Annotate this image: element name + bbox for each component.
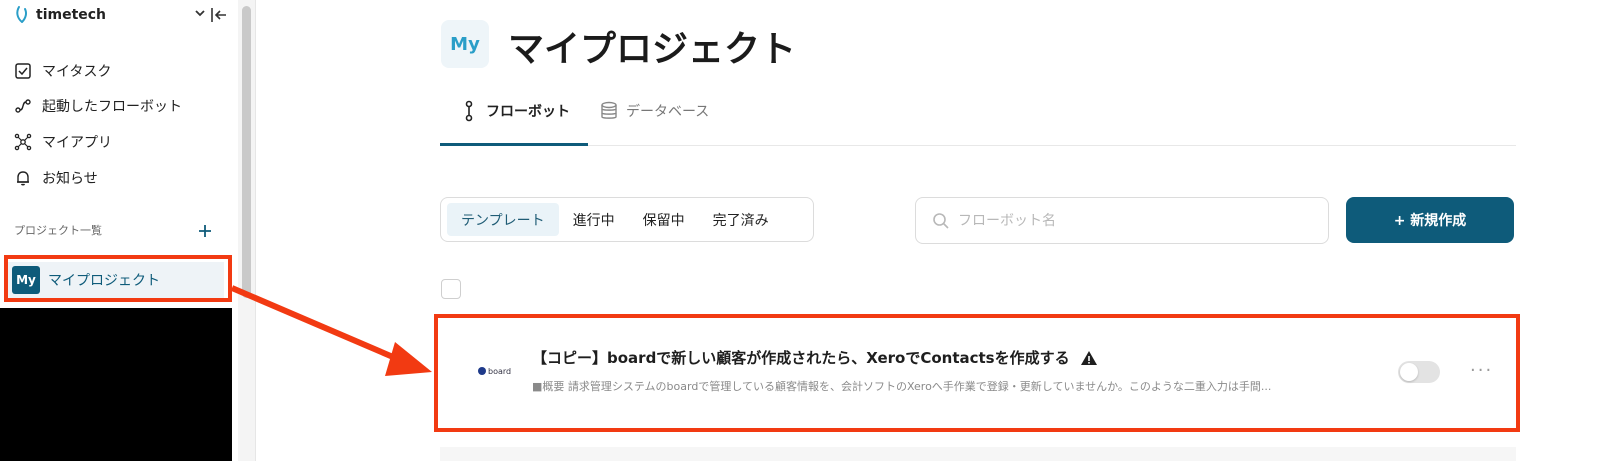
new-flowbot-button[interactable]: + 新規作成 — [1346, 197, 1514, 243]
sidebar-empty-area — [0, 308, 232, 461]
filter-completed[interactable]: 完了済み — [699, 203, 783, 236]
tab-flowbot[interactable]: フローボット — [460, 100, 570, 122]
add-project-icon[interactable] — [196, 222, 214, 240]
select-all-checkbox[interactable] — [441, 279, 461, 299]
search-box[interactable] — [915, 197, 1329, 244]
sidebar-scrollbar-thumb[interactable] — [242, 6, 251, 298]
sidebar-item-label: マイタスク — [42, 64, 112, 80]
filter-in-progress[interactable]: 進行中 — [559, 203, 629, 236]
search-input[interactable] — [956, 211, 1316, 230]
database-icon — [601, 101, 617, 119]
sidebar-item-label: マイアプリ — [42, 135, 112, 151]
highlight-box-sidebar — [4, 255, 232, 302]
page-avatar: My — [441, 20, 489, 68]
sidebar-item-label: 起動したフローボット — [42, 99, 182, 115]
next-card-edge — [440, 447, 1516, 461]
sidebar-item-my-apps[interactable]: マイアプリ — [14, 130, 112, 154]
flowbot-icon — [465, 100, 473, 122]
sidebar-item-label: お知らせ — [42, 171, 98, 187]
highlight-box-card — [434, 314, 1520, 432]
tab-active-indicator — [440, 143, 588, 146]
sidebar-item-my-tasks[interactable]: マイタスク — [14, 59, 111, 83]
brand-name: timetech — [36, 7, 107, 23]
brand[interactable]: timetech — [14, 4, 106, 26]
status-filter-group: テンプレート 進行中 保留中 完了済み — [440, 197, 814, 242]
sidebar: timetech マイタスク 起動したフローボット マイアプリ お知らせ プロジ… — [0, 0, 238, 461]
tab-label: データベース — [626, 104, 710, 120]
collapse-sidebar-icon[interactable] — [210, 6, 228, 24]
filter-template[interactable]: テンプレート — [447, 203, 559, 236]
bell-icon — [17, 171, 29, 186]
checkbox-icon — [15, 63, 31, 79]
chevron-down-icon[interactable] — [193, 6, 207, 20]
filter-on-hold[interactable]: 保留中 — [629, 203, 699, 236]
tab-divider — [440, 145, 1516, 146]
project-list-label: プロジェクト一覧 — [14, 224, 102, 237]
tab-database[interactable]: データベース — [600, 100, 709, 122]
tab-label: フローボット — [486, 104, 570, 120]
search-icon — [933, 212, 949, 229]
sidebar-item-launched-flowbots[interactable]: 起動したフローボット — [14, 94, 182, 118]
apps-icon — [14, 133, 32, 151]
timetech-logo-icon — [16, 6, 27, 23]
page-title: マイプロジェクト — [508, 29, 797, 70]
flow-icon — [15, 99, 31, 113]
sidebar-item-notifications[interactable]: お知らせ — [14, 166, 98, 190]
